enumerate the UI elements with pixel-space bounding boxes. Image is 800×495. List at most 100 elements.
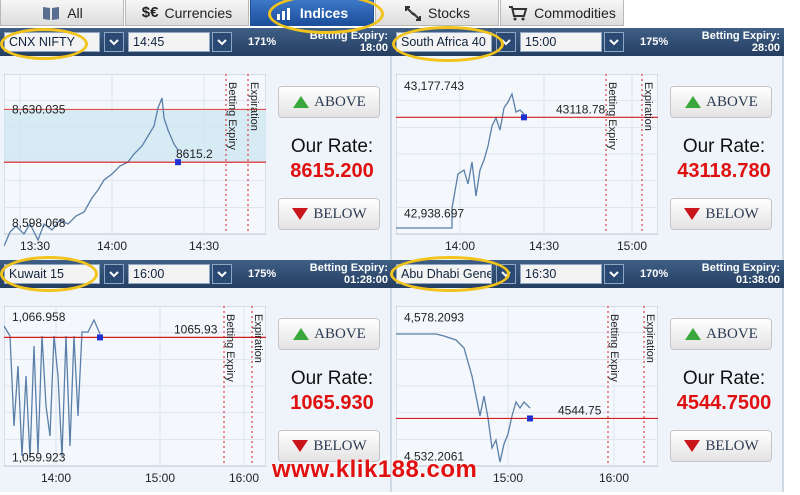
asset-select[interactable]: CNX NIFTY: [4, 32, 100, 52]
chevron-down-icon[interactable]: [604, 264, 624, 284]
currency-icon: $€: [141, 4, 159, 21]
price-chart: Betting Expiry Expiration 1,066.958 1,059.9…: [4, 306, 266, 490]
tab-label: Indices: [299, 4, 349, 21]
above-button[interactable]: ABOVE: [670, 86, 772, 118]
y-top-label: 1,066.958: [12, 310, 66, 324]
y-top-label: 4,578.2093: [404, 310, 464, 324]
asset-select[interactable]: Abu Dhabi Gene: [396, 264, 492, 284]
expiration-text: Expiration: [642, 82, 654, 131]
market-tabs: All $€ Currencies Indices Stocks Commodi…: [0, 0, 800, 27]
tab-label: Currencies: [164, 4, 233, 21]
arrow-up-icon: [293, 328, 310, 340]
below-label: BELOW: [705, 205, 759, 222]
arrow-down-icon: [684, 208, 701, 220]
arrow-down-icon: [292, 208, 309, 220]
chevron-down-icon[interactable]: [604, 32, 624, 52]
tab-all[interactable]: All: [0, 0, 124, 26]
our-rate-label: Our Rate:: [682, 136, 766, 157]
betting-expiry-value: 01:28:00: [343, 274, 388, 286]
y-top-label: 43,177.743: [404, 79, 464, 93]
x-tick-label: 14:00: [445, 239, 475, 253]
betting-expiry: Betting Expiry: 28:00: [702, 30, 780, 54]
price-chart: Betting Expiry Expiration 43,177.743 42,938…: [396, 74, 658, 258]
above-button[interactable]: ABOVE: [670, 318, 772, 350]
our-rate-label: Our Rate:: [682, 368, 766, 389]
betting-expiry-value: 18:00: [359, 42, 388, 54]
above-button[interactable]: ABOVE: [278, 86, 380, 118]
arrow-down-icon: [684, 440, 701, 452]
x-tick-label: 14:30: [529, 239, 559, 253]
tab-indices[interactable]: Indices: [250, 0, 374, 26]
payout-percent: 175%: [640, 36, 669, 48]
below-label: BELOW: [705, 437, 759, 454]
payout-percent: 171%: [248, 36, 277, 48]
our-rate-label: Our Rate:: [290, 368, 374, 389]
chevron-down-icon[interactable]: [496, 264, 516, 284]
below-button[interactable]: BELOW: [670, 430, 772, 462]
betting-expiry: Betting Expiry: 01:28:00: [310, 262, 388, 286]
below-label: BELOW: [313, 437, 367, 454]
expiration-text: Expiration: [252, 314, 264, 363]
asset-select[interactable]: South Africa 40: [396, 32, 492, 52]
above-label: ABOVE: [314, 325, 366, 342]
tab-stocks[interactable]: Stocks: [375, 0, 499, 26]
panel-header: Kuwait 15 16:00 175% Betting Expiry: 01:…: [0, 260, 392, 288]
chevron-down-icon[interactable]: [212, 32, 232, 52]
betting-expiry: Betting Expiry: 18:00: [310, 30, 388, 54]
chevron-down-icon[interactable]: [496, 32, 516, 52]
asset-select[interactable]: Kuwait 15: [4, 264, 100, 284]
y-bottom-label: 42,938.697: [404, 206, 464, 220]
our-rate-value: 1065.930: [290, 392, 374, 414]
current-rate-label: 8615.2: [176, 147, 213, 161]
tab-currencies[interactable]: $€ Currencies: [125, 0, 249, 26]
expiry-time-select[interactable]: 14:45: [128, 32, 210, 52]
chevron-down-icon[interactable]: [104, 264, 124, 284]
expiry-time-select[interactable]: 15:00: [520, 32, 602, 52]
current-rate-label: 4544.75: [558, 403, 602, 417]
expiration-text: Expiration: [644, 314, 656, 363]
price-chart: Betting Expiry Expiration 8,630.035 8,598.0…: [4, 74, 266, 258]
our-rate-label: Our Rate:: [290, 136, 374, 157]
expiry-time-select[interactable]: 16:30: [520, 264, 602, 284]
arrow-down-icon: [292, 440, 309, 452]
our-rate-value: 43118.780: [677, 160, 771, 182]
betting-expiry-text: Betting Expiry: [608, 314, 620, 382]
tab-commodities[interactable]: Commodities: [500, 0, 624, 26]
panel-body: Betting Expiry Expiration 8,630.035 8,598.0…: [0, 56, 392, 260]
trade-panel: South Africa 40 15:00 175% Betting Expir…: [392, 28, 784, 260]
x-tick-label: 15:00: [493, 471, 523, 485]
current-rate-label: 1065.93: [174, 322, 218, 336]
trade-controls: ABOVE Our Rate: 4544.7500 BELOW: [666, 288, 782, 492]
current-rate-marker: [527, 415, 533, 422]
betting-expiry-text: Betting Expiry: [606, 82, 618, 150]
betting-expiry-text: Betting Expiry: [226, 82, 238, 150]
betting-expiry-text: Betting Expiry: [224, 314, 236, 382]
above-button[interactable]: ABOVE: [278, 318, 380, 350]
chart-svg: Betting Expiry Expiration 1,066.958 1,059.9…: [4, 306, 266, 485]
above-label: ABOVE: [706, 93, 758, 110]
stock-icon: [404, 5, 422, 21]
watermark: www.klik188.com: [272, 456, 478, 483]
x-tick-label: 15:00: [145, 471, 175, 485]
bar-chart-icon: [276, 6, 294, 20]
x-tick-label: 14:00: [41, 471, 71, 485]
chart-svg: Betting Expiry Expiration 8,630.035 8,598.0…: [4, 74, 266, 253]
below-label: BELOW: [313, 205, 367, 222]
panel-header: CNX NIFTY 14:45 171% Betting Expiry: 18:…: [0, 28, 392, 56]
expiry-time-select[interactable]: 16:00: [128, 264, 210, 284]
below-button[interactable]: BELOW: [278, 198, 380, 230]
below-button[interactable]: BELOW: [670, 198, 772, 230]
trade-controls: ABOVE Our Rate: 43118.780 BELOW: [666, 56, 782, 260]
y-bottom-label: 8,598.068: [12, 216, 66, 230]
expiration-text: Expiration: [248, 82, 260, 131]
x-tick-label: 14:00: [97, 239, 127, 253]
betting-expiry-value: 28:00: [751, 42, 780, 54]
book-icon: [41, 5, 61, 21]
chevron-down-icon[interactable]: [104, 32, 124, 52]
chevron-down-icon[interactable]: [212, 264, 232, 284]
x-tick-label: 13:30: [20, 239, 50, 253]
chart-svg: Betting Expiry Expiration 43,177.743 42,938…: [396, 74, 658, 253]
payout-percent: 175%: [248, 268, 277, 280]
betting-expiry-label: Betting Expiry:: [701, 30, 780, 42]
tab-label: Commodities: [534, 4, 616, 21]
